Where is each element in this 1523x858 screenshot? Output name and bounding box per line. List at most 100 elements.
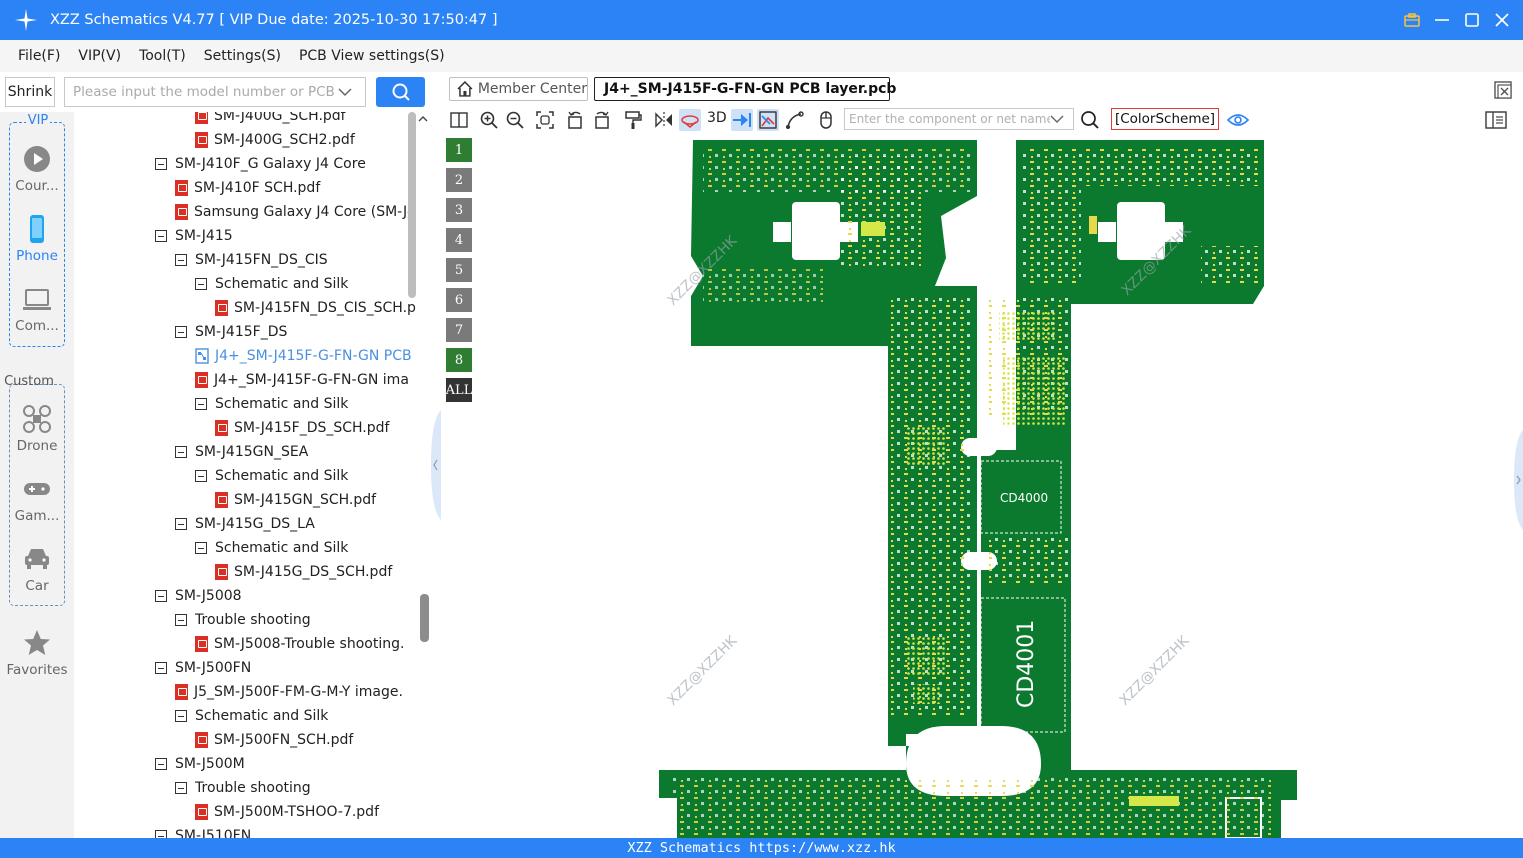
layer-button[interactable]: 2: [446, 168, 472, 192]
pcb-label-cd4001[interactable]: CD4001: [1014, 620, 1039, 708]
tree-file[interactable]: J4+_SM-J415F-G-FN-GN ima: [195, 368, 409, 392]
fit-view-icon[interactable]: [534, 109, 556, 131]
tree-file[interactable]: SM-J415G_DS_SCH.pdf: [215, 560, 392, 584]
layer-button[interactable]: 6: [446, 288, 472, 312]
panel-splitter-handle[interactable]: [431, 410, 441, 520]
briefcase-icon[interactable]: [1403, 11, 1421, 29]
menu-vip[interactable]: VIP(V): [69, 48, 130, 64]
pin-direction-icon[interactable]: [731, 109, 753, 131]
paint-brush-icon[interactable]: [622, 109, 644, 131]
mirror-flip-icon[interactable]: [653, 109, 675, 131]
category-phone[interactable]: Phone: [0, 214, 74, 264]
tree-folder[interactable]: Trouble shooting: [175, 776, 311, 800]
category-games[interactable]: Gam...: [0, 474, 74, 524]
tree-folder[interactable]: Trouble shooting: [175, 608, 311, 632]
close-all-tabs-icon[interactable]: [1493, 80, 1513, 100]
tab-pcb-file[interactable]: J4+_SM-J415F-G-FN-GN PCB layer.pcb: [594, 77, 896, 101]
tree-file[interactable]: SM-J400G_SCH2.pdf: [195, 128, 355, 152]
layer-button[interactable]: ALL: [446, 378, 472, 402]
category-label: Drone: [16, 438, 58, 454]
pcb-board-view[interactable]: CD4000 CD4001 XZZ@XZZHK XZZ@XZZHK XZZ@XZ…: [441, 136, 1523, 838]
chevron-down-icon[interactable]: [1050, 114, 1064, 124]
tree-file[interactable]: SM-J400G_SCH.pdf: [195, 112, 346, 128]
menu-file[interactable]: File(F): [9, 48, 69, 64]
split-view-icon[interactable]: [448, 109, 470, 131]
tree-file[interactable]: SM-J500M-TSHOO-7.pdf: [195, 800, 379, 824]
category-courses[interactable]: Cour...: [0, 144, 74, 194]
tree-folder[interactable]: Schematic and Silk: [195, 392, 348, 416]
layer-button[interactable]: 8: [446, 348, 472, 372]
category-favorites[interactable]: Favorites: [0, 628, 74, 678]
model-search-input[interactable]: [65, 79, 335, 105]
tree-folder[interactable]: SM-J500FN: [155, 656, 251, 680]
chevron-down-icon[interactable]: [335, 82, 355, 102]
close-icon[interactable]: [1493, 11, 1511, 29]
tree-scrollbar-thumb[interactable]: [408, 112, 416, 298]
tree-folder[interactable]: Schematic and Silk: [195, 272, 348, 296]
minimize-icon[interactable]: [1433, 11, 1451, 29]
menu-settings[interactable]: Settings(S): [195, 48, 290, 64]
category-label: Favorites: [6, 662, 68, 678]
color-scheme-button[interactable]: [ColorScheme]: [1111, 108, 1219, 130]
tree-folder[interactable]: SM-J510FN: [155, 824, 251, 838]
panel-scrollbar-thumb[interactable]: [420, 594, 429, 642]
tree-folder[interactable]: Schematic and Silk: [195, 464, 348, 488]
right-splitter-handle[interactable]: [1514, 430, 1523, 530]
layer-button[interactable]: 7: [446, 318, 472, 342]
pdf-file-icon: [195, 636, 208, 652]
tree-file[interactable]: SM-J415FN_DS_CIS_SCH.p: [215, 296, 416, 320]
eye-icon[interactable]: [1227, 109, 1249, 131]
zoom-out-icon[interactable]: [504, 109, 526, 131]
category-drone[interactable]: Drone: [0, 404, 74, 454]
zoom-in-icon[interactable]: [478, 109, 500, 131]
tree-file[interactable]: SM-J500FN_SCH.pdf: [195, 728, 353, 752]
tree-folder[interactable]: SM-J415G_DS_LA: [175, 512, 315, 536]
tree-folder[interactable]: SM-J415GN_SEA: [175, 440, 308, 464]
side-panel-toggle-icon[interactable]: [1485, 109, 1507, 131]
tree-folder[interactable]: SM-J410F_G Galaxy J4 Core: [155, 152, 366, 176]
category-computer[interactable]: Com...: [0, 284, 74, 334]
collapse-icon: [175, 254, 187, 266]
menu-pcb-view-settings[interactable]: PCB View settings(S): [290, 48, 454, 64]
layer-button[interactable]: 5: [446, 258, 472, 282]
tree-file[interactable]: SM-J410F SCH.pdf: [175, 176, 320, 200]
tree-folder[interactable]: SM-J415: [155, 224, 233, 248]
tree-file[interactable]: Samsung Galaxy J4 Core (SM-J4: [175, 200, 416, 224]
tab-member-center[interactable]: Member Center: [449, 77, 588, 101]
rotate-left-icon[interactable]: [564, 109, 586, 131]
scroll-up-icon[interactable]: [417, 113, 429, 125]
flip-board-icon[interactable]: [679, 109, 701, 131]
search-icon[interactable]: [1079, 109, 1101, 131]
layer-button[interactable]: 4: [446, 228, 472, 252]
pcb-canvas[interactable]: CD4000 CD4001 XZZ@XZZHK XZZ@XZZHK XZZ@XZ…: [441, 136, 1523, 838]
tree-folder[interactable]: Schematic and Silk: [195, 536, 348, 560]
shrink-button[interactable]: Shrink: [5, 77, 55, 107]
search-button[interactable]: [376, 77, 425, 107]
layer-button[interactable]: 1: [446, 138, 472, 162]
component-search-input[interactable]: [845, 109, 1050, 129]
tree-file[interactable]: SM-J415F_DS_SCH.pdf: [215, 416, 389, 440]
category-label: Car: [25, 578, 49, 594]
net-highlight-icon[interactable]: [757, 109, 779, 131]
maximize-icon[interactable]: [1463, 11, 1481, 29]
mouse-icon[interactable]: [815, 109, 837, 131]
tree-file[interactable]: SM-J415GN_SCH.pdf: [215, 488, 376, 512]
tree-folder[interactable]: SM-J5008: [155, 584, 242, 608]
tree-folder[interactable]: SM-J415FN_DS_CIS: [175, 248, 328, 272]
trace-route-icon[interactable]: [784, 109, 806, 131]
rotate-right-icon[interactable]: [591, 109, 613, 131]
pcb-label-cd4000[interactable]: CD4000: [1000, 491, 1048, 505]
tree-item-label: SM-J5008-Trouble shooting.: [214, 636, 405, 652]
category-car[interactable]: Car: [0, 544, 74, 594]
tree-folder[interactable]: SM-J415F_DS: [175, 320, 287, 344]
tree-folder[interactable]: SM-J500M: [155, 752, 245, 776]
menu-tool[interactable]: Tool(T): [130, 48, 195, 64]
tree-item-label: Schematic and Silk: [215, 540, 349, 556]
collapse-icon: [155, 590, 167, 602]
tree-file[interactable]: SM-J5008-Trouble shooting.: [195, 632, 404, 656]
tree-file[interactable]: J4+_SM-J415F-G-FN-GN PCB: [195, 344, 412, 368]
tree-folder[interactable]: Schematic and Silk: [175, 704, 328, 728]
tree-file[interactable]: J5_SM-J500F-FM-G-M-Y image.: [175, 680, 403, 704]
layer-button[interactable]: 3: [446, 198, 472, 222]
three-d-toggle[interactable]: 3D: [707, 110, 727, 126]
